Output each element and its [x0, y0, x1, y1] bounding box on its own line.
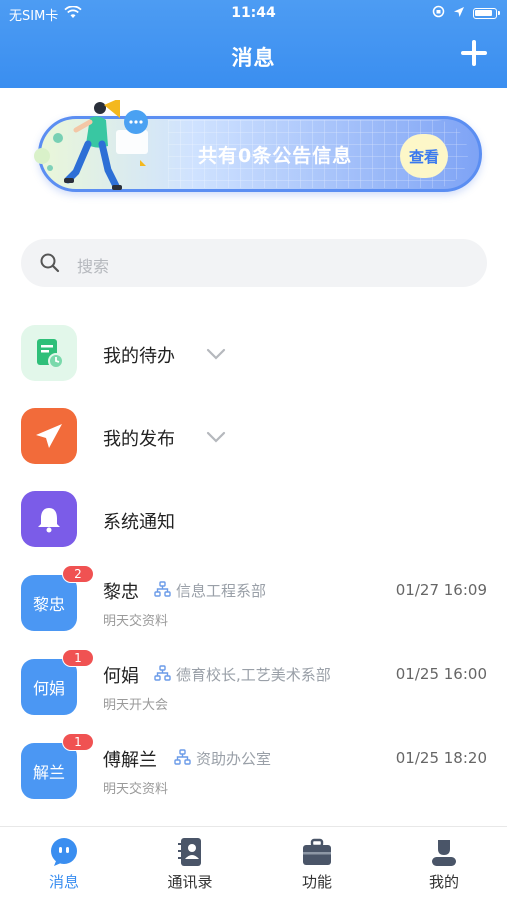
- battery-icon: [473, 8, 500, 19]
- unread-badge: 1: [62, 733, 94, 751]
- todo-icon: [21, 325, 77, 381]
- entry-my-todo[interactable]: 我的待办: [0, 325, 507, 395]
- sender-name: 傅解兰: [103, 750, 157, 771]
- message-item[interactable]: 黎忠 2 黎忠 信息工程系部 01/27 16:09 明天交资料: [0, 565, 507, 657]
- department: 资助办公室: [174, 748, 271, 769]
- message-item[interactable]: 何娟 1 何娟 德育校长,工艺美术系部 01/25 16:00 明天开大会: [0, 649, 507, 741]
- orientation-lock-icon: [432, 5, 445, 22]
- chat-bubble-icon: [48, 837, 80, 867]
- tab-label: 功能: [301, 873, 332, 891]
- tab-label: 我的: [428, 873, 459, 891]
- search-icon: [39, 252, 61, 278]
- org-chart-icon: [174, 748, 191, 769]
- org-chart-icon: [154, 664, 171, 685]
- department-label: 德育校长,工艺美术系部: [176, 666, 331, 684]
- megaphone-person-illustration: [28, 98, 168, 208]
- contacts-book-icon: [174, 837, 206, 867]
- chevron-down-icon[interactable]: [206, 428, 226, 447]
- unread-badge: 1: [62, 649, 94, 667]
- view-announcements-button[interactable]: 查看: [400, 134, 448, 178]
- tab-label: 消息: [48, 873, 79, 891]
- announcement-banner[interactable]: 共有0条公告信息 查看: [28, 98, 488, 208]
- message-item[interactable]: 解兰 1 傅解兰 资助办公室 01/25 18:20 明天交资料: [0, 733, 507, 825]
- message-time: 01/25 18:20: [395, 749, 487, 767]
- status-time: 11:44: [231, 5, 276, 21]
- message-time: 01/25 16:00: [395, 665, 487, 683]
- briefcase-icon: [301, 837, 333, 867]
- user-icon: [428, 837, 460, 867]
- message-preview: 明天交资料: [103, 782, 169, 797]
- avatar: 解兰: [21, 743, 77, 799]
- chevron-down-icon[interactable]: [206, 345, 226, 364]
- page-title: 消息: [231, 46, 276, 70]
- add-icon[interactable]: [461, 40, 487, 66]
- status-bar: 无SIM卡 11:44: [0, 0, 507, 28]
- avatar: 黎忠: [21, 575, 77, 631]
- location-icon: [453, 6, 465, 22]
- sender-name: 黎忠: [103, 582, 139, 603]
- announcement-count-text: 共有0条公告信息: [198, 145, 353, 167]
- tab-functions[interactable]: 功能: [277, 837, 357, 892]
- tab-messages[interactable]: 消息: [24, 837, 104, 892]
- department: 德育校长,工艺美术系部: [154, 664, 331, 685]
- unread-badge: 2: [62, 565, 94, 583]
- org-chart-icon: [154, 580, 171, 601]
- message-preview: 明天交资料: [103, 614, 169, 629]
- department-label: 信息工程系部: [176, 582, 267, 600]
- bell-icon: [21, 491, 77, 547]
- tab-label: 通讯录: [167, 873, 213, 891]
- sender-name: 何娟: [103, 666, 139, 687]
- message-time: 01/27 16:09: [395, 581, 487, 599]
- entry-system-notice[interactable]: 系统通知: [0, 491, 507, 561]
- department: 信息工程系部: [154, 580, 266, 601]
- search-input[interactable]: 搜索: [21, 239, 487, 287]
- paper-plane-icon: [21, 408, 77, 464]
- message-preview: 明天开大会: [103, 698, 169, 713]
- search-placeholder: 搜索: [77, 257, 110, 276]
- header: 无SIM卡 11:44 消息: [0, 0, 507, 88]
- entry-label: 我的发布: [103, 429, 175, 450]
- entry-label: 我的待办: [103, 346, 175, 367]
- tab-mine[interactable]: 我的: [404, 837, 484, 892]
- tab-bar: 消息 通讯录 功能 我的: [0, 826, 507, 900]
- tab-contacts[interactable]: 通讯录: [150, 837, 230, 892]
- entry-my-publish[interactable]: 我的发布: [0, 408, 507, 478]
- avatar: 何娟: [21, 659, 77, 715]
- department-label: 资助办公室: [196, 750, 272, 768]
- entry-label: 系统通知: [103, 512, 175, 533]
